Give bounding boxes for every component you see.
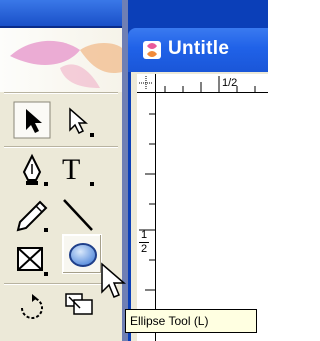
ruler-label-vertical: 1 2 <box>139 230 149 255</box>
type-icon: T <box>62 153 81 186</box>
pen-tool-button[interactable] <box>12 150 52 190</box>
toolbox-logo <box>0 28 122 92</box>
submenu-indicator <box>90 182 94 186</box>
vertical-ruler[interactable] <box>137 74 156 341</box>
scale-tool-button[interactable] <box>56 290 96 330</box>
ruler-label-denominator: 2 <box>140 243 148 255</box>
document-title: Untitle <box>168 38 230 59</box>
pen-nib-icon <box>22 153 48 186</box>
rectangle-frame-tool-button[interactable] <box>12 240 52 280</box>
horizontal-ruler[interactable] <box>137 74 268 93</box>
selection-tool-button[interactable] <box>12 100 52 140</box>
rect-frame-x-icon <box>17 247 48 276</box>
indesign-document-icon <box>142 40 162 60</box>
toolbox-title-bar[interactable] <box>0 0 122 26</box>
mouse-pointer-icon <box>101 262 127 298</box>
ruler-label-half: 1/2 <box>222 77 238 89</box>
document-canvas[interactable] <box>156 93 268 341</box>
tooltip: Ellipse Tool (L) <box>125 309 257 333</box>
line-tool-button[interactable] <box>56 196 96 236</box>
ruler-label-numerator: 1 <box>140 229 148 241</box>
white-arrow-icon <box>69 107 94 137</box>
rotate-tool-button[interactable] <box>12 290 52 330</box>
scale-icon <box>65 293 93 315</box>
ellipse-tool-button[interactable] <box>62 234 102 274</box>
type-tool-button[interactable]: T <box>56 150 96 190</box>
pencil-tool-button[interactable] <box>12 196 52 236</box>
black-arrow-icon <box>13 101 51 139</box>
toolbox-divider <box>4 92 118 94</box>
direct-selection-tool-button[interactable] <box>56 100 96 140</box>
rotate-icon <box>21 294 43 319</box>
ruler-origin[interactable] <box>137 74 156 93</box>
butterfly-logo-icon <box>10 40 122 88</box>
pencil-icon <box>16 200 48 232</box>
line-icon <box>63 199 93 231</box>
toolbox-divider <box>4 146 118 148</box>
ellipse-icon <box>69 243 97 267</box>
